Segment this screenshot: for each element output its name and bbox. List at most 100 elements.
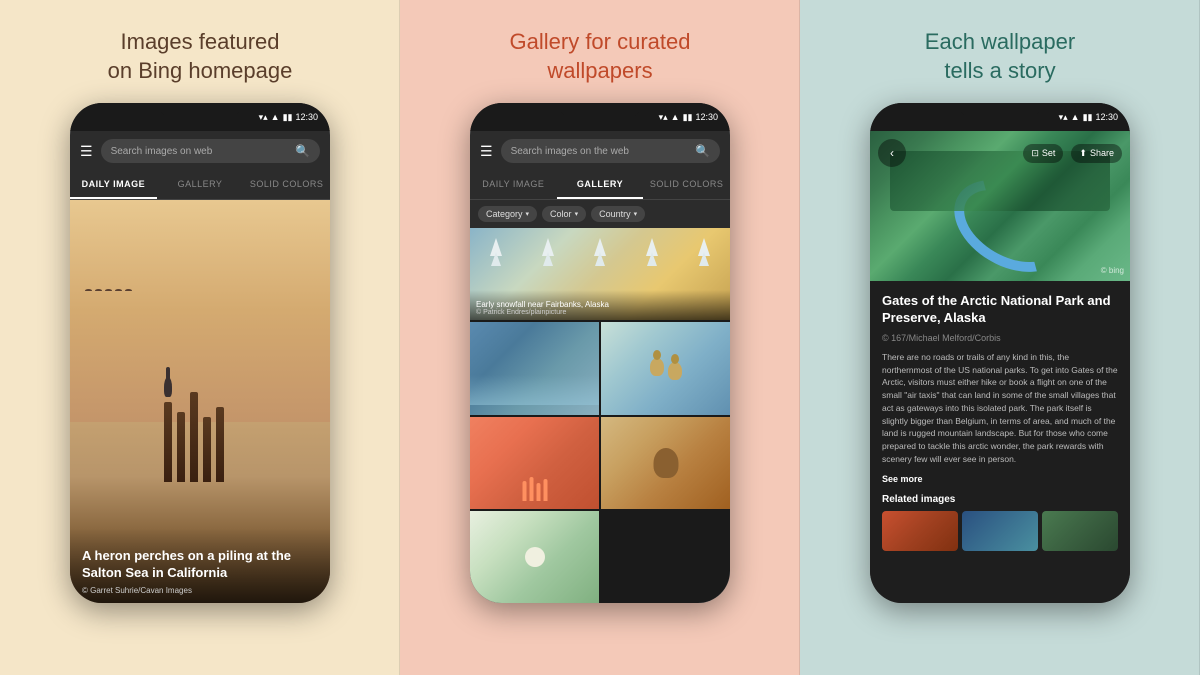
caption-overlay-1: A heron perches on a piling at the Salto… xyxy=(70,528,330,603)
gallery-caption-alaska: Early snowfall near Fairbanks, Alaska © … xyxy=(470,290,730,320)
tab-gallery-2[interactable]: GALLERY xyxy=(557,171,644,199)
phone-screen-3: ‹ ⊡ Set ⬆ Share © bing xyxy=(870,131,1130,603)
gallery-cell-glacier[interactable] xyxy=(470,322,599,414)
tab-solid-colors-1[interactable]: SOLID COLORS xyxy=(243,171,330,199)
search-bar-2[interactable]: Search images on the web 🔍 xyxy=(501,139,720,163)
phone-notch-3 xyxy=(960,103,1040,117)
tab-solid-colors-2[interactable]: SOLID COLORS xyxy=(643,171,730,199)
search-area-2: ☰ Search images on the web 🔍 xyxy=(470,131,730,171)
chick-group xyxy=(650,358,682,380)
filter-color-label: Color xyxy=(550,209,572,219)
story-action-buttons: ⊡ Set ⬆ Share xyxy=(1023,144,1122,163)
tabs-1: DAILY IMAGE GALLERY SOLID COLORS xyxy=(70,171,330,200)
panel-story: Each wallpaper tells a story ▾▴ ▲ ▮▮ 12:… xyxy=(800,0,1200,675)
search-icon[interactable]: 🔍 xyxy=(295,144,310,158)
wifi-icon-2: ▲ xyxy=(671,112,680,122)
signal-icon-2: ▾▴ xyxy=(659,112,668,123)
search-placeholder-2: Search images on the web xyxy=(511,146,629,157)
daily-image-area: A heron perches on a piling at the Salto… xyxy=(70,200,330,603)
piling xyxy=(203,417,211,482)
snow-tree xyxy=(542,238,554,256)
caption-credit-1: © Garret Suhrie/Cavan Images xyxy=(82,586,318,595)
time-display-2: 12:30 xyxy=(695,112,718,122)
chevron-down-icon: ▾ xyxy=(526,210,530,218)
related-thumb-3[interactable] xyxy=(1042,511,1118,551)
gallery-cell-birds[interactable] xyxy=(601,322,730,414)
search-area-1: ☰ Search images on web 🔍 xyxy=(70,131,330,171)
status-icons-3: ▾▴ ▲ ▮▮ 12:30 xyxy=(1059,112,1118,123)
wifi-icon: ▲ xyxy=(271,112,280,122)
story-credit: © 167/Michael Melford/Corbis xyxy=(882,333,1118,343)
filter-category[interactable]: Category ▾ xyxy=(478,206,537,222)
search-icon-2[interactable]: 🔍 xyxy=(695,144,710,158)
gallery-cell-owl[interactable] xyxy=(601,417,730,509)
piling xyxy=(216,407,224,482)
panel-3-title: Each wallpaper tells a story xyxy=(925,28,1075,85)
sky-layer xyxy=(70,200,330,422)
hamburger-icon[interactable]: ☰ xyxy=(80,143,93,160)
share-button[interactable]: ⬆ Share xyxy=(1071,144,1122,163)
story-image: ‹ ⊡ Set ⬆ Share © bing xyxy=(870,131,1130,281)
see-more-button[interactable]: See more xyxy=(882,474,1118,484)
search-placeholder-1: Search images on web xyxy=(111,146,213,157)
caption-title-1: A heron perches on a piling at the Salto… xyxy=(82,548,318,582)
gallery-cell-flamingo[interactable] xyxy=(470,417,599,509)
battery-icon: ▮▮ xyxy=(283,112,293,123)
story-title: Gates of the Arctic National Park and Pr… xyxy=(882,293,1118,327)
status-icons-2: ▾▴ ▲ ▮▮ 12:30 xyxy=(659,112,718,123)
filter-category-label: Category xyxy=(486,209,523,219)
share-icon: ⬆ xyxy=(1079,148,1087,159)
panel-gallery: Gallery for curated wallpapers ▾▴ ▲ ▮▮ 1… xyxy=(400,0,800,675)
set-icon: ⊡ xyxy=(1031,148,1039,159)
tabs-2: DAILY IMAGE GALLERY SOLID COLORS xyxy=(470,171,730,200)
phone-mockup-2: ▾▴ ▲ ▮▮ 12:30 ☰ Search images on the web… xyxy=(470,103,730,603)
snow-tree xyxy=(646,238,658,256)
status-icons-1: ▾▴ ▲ ▮▮ 12:30 xyxy=(259,112,318,123)
filter-color[interactable]: Color ▾ xyxy=(542,206,586,222)
gallery-grid: Early snowfall near Fairbanks, Alaska © … xyxy=(470,228,730,603)
piling xyxy=(177,412,185,482)
piling xyxy=(164,402,172,482)
related-images-grid xyxy=(882,511,1118,551)
tab-daily-image-1[interactable]: DAILY IMAGE xyxy=(70,171,157,199)
chevron-down-icon-3: ▾ xyxy=(634,210,638,218)
gallery-filters: Category ▾ Color ▾ Country ▾ xyxy=(470,200,730,228)
signal-icon: ▾▴ xyxy=(259,112,268,123)
pilings xyxy=(164,392,224,482)
share-label: Share xyxy=(1090,148,1114,158)
phone-mockup-1: ▾▴ ▲ ▮▮ 12:30 ☰ Search images on web 🔍 D… xyxy=(70,103,330,603)
phone-screen-1: ☰ Search images on web 🔍 DAILY IMAGE GAL… xyxy=(70,131,330,603)
gallery-cell-white-bird[interactable] xyxy=(470,511,599,603)
chick xyxy=(650,358,664,376)
signal-icon-3: ▾▴ xyxy=(1059,112,1068,123)
time-display-3: 12:30 xyxy=(1095,112,1118,122)
gallery-cell-alaska[interactable]: Early snowfall near Fairbanks, Alaska © … xyxy=(470,228,730,320)
story-screen: ‹ ⊡ Set ⬆ Share © bing xyxy=(870,131,1130,603)
related-thumb-1[interactable] xyxy=(882,511,958,551)
search-bar-1[interactable]: Search images on web 🔍 xyxy=(101,139,320,163)
tab-daily-image-2[interactable]: DAILY IMAGE xyxy=(470,171,557,199)
battery-icon-3: ▮▮ xyxy=(1083,112,1093,123)
story-navigation: ‹ ⊡ Set ⬆ Share xyxy=(878,139,1122,167)
phone-screen-2: ☰ Search images on the web 🔍 DAILY IMAGE… xyxy=(470,131,730,603)
snow-tree xyxy=(594,238,606,256)
story-content: Gates of the Arctic National Park and Pr… xyxy=(870,281,1130,603)
panel-images-featured: Images featured on Bing homepage ▾▴ ▲ ▮▮… xyxy=(0,0,400,675)
snow-trees-decoration xyxy=(470,238,730,256)
bing-watermark: © bing xyxy=(1101,266,1124,275)
battery-icon-2: ▮▮ xyxy=(683,112,693,123)
related-images-label: Related images xyxy=(882,494,1118,505)
set-wallpaper-button[interactable]: ⊡ Set xyxy=(1023,144,1063,163)
hamburger-icon-2[interactable]: ☰ xyxy=(480,143,493,160)
filter-country[interactable]: Country ▾ xyxy=(591,206,645,222)
set-label: Set xyxy=(1042,148,1056,158)
filter-country-label: Country xyxy=(599,209,631,219)
back-button[interactable]: ‹ xyxy=(878,139,906,167)
chick xyxy=(668,362,682,380)
related-thumb-2[interactable] xyxy=(962,511,1038,551)
tab-gallery-1[interactable]: GALLERY xyxy=(157,171,244,199)
phone-notch-2 xyxy=(560,103,640,117)
heron-bird xyxy=(159,367,177,402)
chevron-down-icon-2: ▾ xyxy=(575,210,579,218)
panel-1-title: Images featured on Bing homepage xyxy=(108,28,293,85)
